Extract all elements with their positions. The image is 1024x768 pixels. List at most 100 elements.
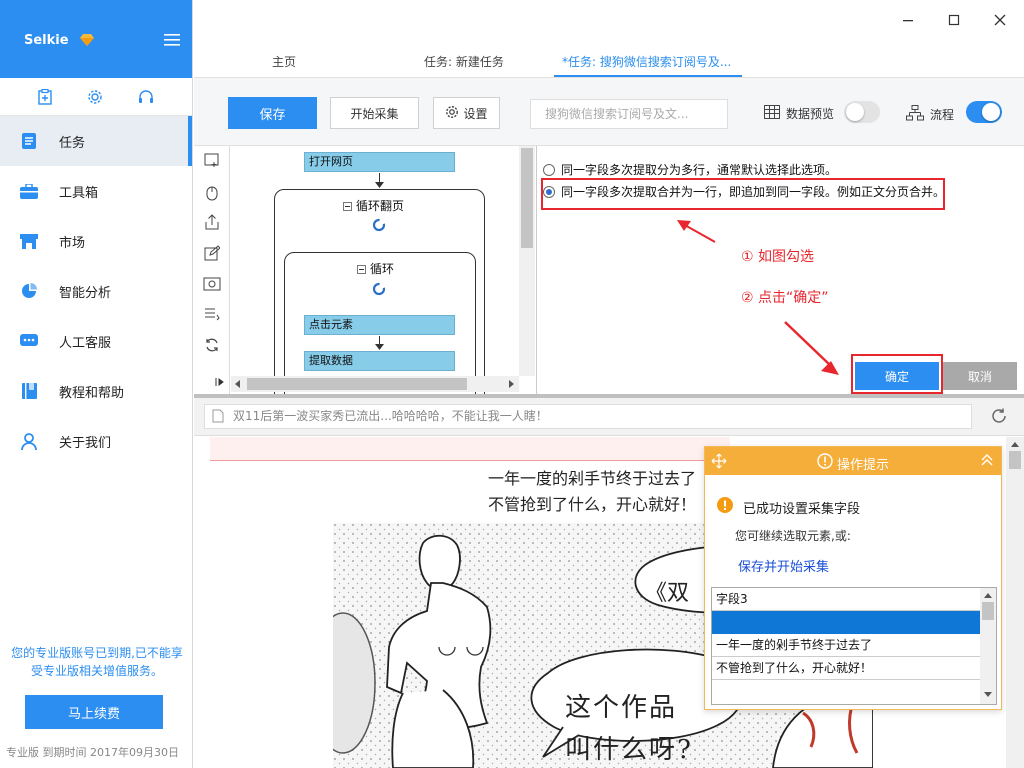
data-preview-label: 数据预览 — [786, 107, 835, 121]
list-item-selected[interactable] — [712, 611, 980, 634]
start-collect-label: 开始采集 — [350, 106, 399, 121]
store-icon — [18, 233, 40, 249]
expire-message: 您的专业版账号已到期,已不能享受专业版相关增值服务。 — [11, 646, 183, 678]
settings-label: 设置 — [463, 106, 488, 121]
scrollbar-thumb[interactable] — [521, 148, 533, 248]
sidebar-nav: 任务 工具箱 市场 智能分析 人工客服 教程和帮助 关于我们 — [0, 116, 192, 466]
save-and-start-link[interactable]: 保存并开始采集 — [738, 556, 829, 575]
operation-tips-popup: 操作提示 已成功设置采集字段 您可继续选取元素,或: 保存并开始采集 字段3 一… — [704, 446, 1002, 710]
sidebar-item-tasks[interactable]: 任务 — [0, 116, 192, 166]
step-click-element[interactable]: 点击元素 — [304, 315, 455, 335]
url-input[interactable]: 双11后第一波买家秀已流出...哈哈哈哈，不能让我一人瞎！ — [204, 404, 972, 429]
table-grid-icon — [764, 105, 780, 122]
sidebar-item-analysis[interactable]: 智能分析 — [0, 266, 192, 316]
drag-move-icon[interactable] — [711, 453, 727, 473]
app-window: Selkie 任务 工具箱 市场 智能分析 人工客服 教程和帮助 关于我们 您的… — [0, 0, 1024, 768]
settings-gear-icon — [445, 105, 459, 122]
title-bar — [194, 0, 1024, 40]
new-task-icon[interactable] — [37, 88, 52, 105]
collapse-chevron-icon[interactable] — [981, 453, 993, 471]
workflow-horizontal-scrollbar[interactable] — [231, 376, 519, 392]
settings-button[interactable]: 设置 — [433, 97, 500, 129]
field-options-panel: 同一字段多次提取分为多行，通常默认选择此选项。 同一字段多次提取合并为一行，即追… — [536, 146, 1024, 394]
scroll-down-icon[interactable] — [984, 692, 992, 698]
add-step-icon[interactable] — [202, 150, 222, 170]
list-item[interactable]: 一年一度的剁手节终于过去了 — [712, 634, 980, 657]
scrollbar-thumb[interactable] — [982, 602, 994, 620]
flow-tree-icon — [906, 105, 924, 124]
data-preview-toggle[interactable] — [844, 101, 880, 123]
export-icon[interactable] — [202, 212, 222, 232]
tab-new-task[interactable]: 任务: 新建任务 — [424, 53, 504, 70]
sidebar-item-customer-service[interactable]: 人工客服 — [0, 316, 192, 366]
renew-button[interactable]: 马上续费 — [25, 695, 163, 729]
mouse-click-icon[interactable] — [202, 182, 222, 202]
tips-success-text: 已成功设置采集字段 — [743, 501, 861, 517]
edit-icon[interactable] — [202, 243, 222, 263]
sidebar-item-label: 任务 — [59, 135, 86, 151]
chat-bubble-icon — [18, 333, 40, 349]
scrollbar-thumb[interactable] — [1009, 451, 1021, 469]
sidebar-item-toolbox[interactable]: 工具箱 — [0, 166, 192, 216]
document-icon — [212, 409, 224, 423]
scroll-up-icon[interactable] — [1011, 441, 1019, 447]
scroll-left-icon[interactable] — [234, 380, 242, 388]
step-extract-data[interactable]: 提取数据 — [304, 351, 455, 371]
loop-cycle-icon — [372, 282, 386, 296]
option-split-rows[interactable]: 同一字段多次提取分为多行，通常默认选择此选项。 — [543, 161, 837, 178]
option-split-rows-radio[interactable] — [543, 163, 555, 176]
step-open-page[interactable]: 打开网页 — [304, 152, 455, 172]
headset-support-icon[interactable] — [138, 89, 154, 105]
maximize-icon[interactable] — [944, 10, 964, 30]
start-collect-button[interactable]: 开始采集 — [330, 97, 419, 129]
expand-strip-icon[interactable] — [214, 376, 226, 388]
loop-cycle-icon — [372, 218, 386, 232]
selected-region-bar — [210, 437, 730, 461]
tab-current-task[interactable]: *任务: 搜狗微信搜索订阅号及... — [562, 53, 731, 70]
browser-address-bar: 双11后第一波买家秀已流出...哈哈哈哈，不能让我一人瞎！ — [194, 398, 1024, 436]
workflow-canvas: 打开网页 循环翻页 循环 点击元素 提取数据 — [231, 146, 535, 394]
tips-success-row: 已成功设置采集字段 — [717, 497, 860, 517]
tips-header: 操作提示 — [705, 447, 1001, 475]
annotation-arrow-icon — [677, 220, 716, 243]
list-item[interactable]: 不管抢到了什么，开心就好！ — [712, 657, 980, 680]
workflow-vertical-scrollbar[interactable] — [519, 146, 535, 376]
tab-home[interactable]: 主页 — [272, 53, 296, 70]
flow-arrow-icon — [375, 182, 384, 188]
active-tab-indicator — [554, 75, 742, 77]
highlight-box-option — [541, 178, 945, 210]
refresh-cycle-icon[interactable] — [202, 335, 222, 355]
list-item[interactable]: 字段3 — [712, 588, 980, 611]
sidebar-item-tutorials[interactable]: 教程和帮助 — [0, 366, 192, 416]
page-vertical-scrollbar[interactable] — [1006, 437, 1024, 768]
settings-gear-icon[interactable] — [87, 89, 103, 105]
loop-page-label: 循环翻页 — [356, 199, 405, 213]
close-icon[interactable] — [990, 10, 1010, 30]
screenshot-icon[interactable] — [202, 274, 222, 294]
cancel-button[interactable]: 取消 — [943, 362, 1017, 390]
scroll-up-icon[interactable] — [984, 592, 992, 598]
confirm-button[interactable]: 确定 — [855, 362, 939, 390]
minimize-icon[interactable] — [898, 10, 918, 30]
comic-bubble-text-1: 《双 — [645, 581, 690, 606]
scrollbar-thumb[interactable] — [247, 378, 467, 390]
refresh-icon[interactable] — [990, 407, 1008, 425]
sidebar-item-label: 教程和帮助 — [59, 385, 125, 401]
user-icon — [18, 432, 40, 450]
task-name-search-input[interactable] — [530, 99, 728, 129]
comic-bubble-text-2: 这个作品 — [565, 693, 678, 723]
tips-list-scrollbar[interactable] — [980, 588, 996, 704]
sidebar-item-label: 市场 — [59, 235, 86, 251]
toggle-knob — [982, 103, 1000, 121]
tips-title-group: 操作提示 — [817, 453, 889, 473]
list-detail-icon[interactable] — [202, 304, 222, 324]
flow-toggle[interactable] — [966, 101, 1002, 123]
sidebar-item-about[interactable]: 关于我们 — [0, 416, 192, 466]
sidebar-item-market[interactable]: 市场 — [0, 216, 192, 266]
loop-label: 循环 — [370, 262, 395, 276]
tips-field-list: 字段3 一年一度的剁手节终于过去了 不管抢到了什么，开心就好！ — [711, 587, 997, 705]
scroll-right-icon[interactable] — [507, 380, 515, 388]
hamburger-menu-icon[interactable] — [164, 34, 180, 49]
annotation-arrow-icon — [784, 321, 839, 375]
save-button[interactable]: 保存 — [228, 97, 317, 129]
